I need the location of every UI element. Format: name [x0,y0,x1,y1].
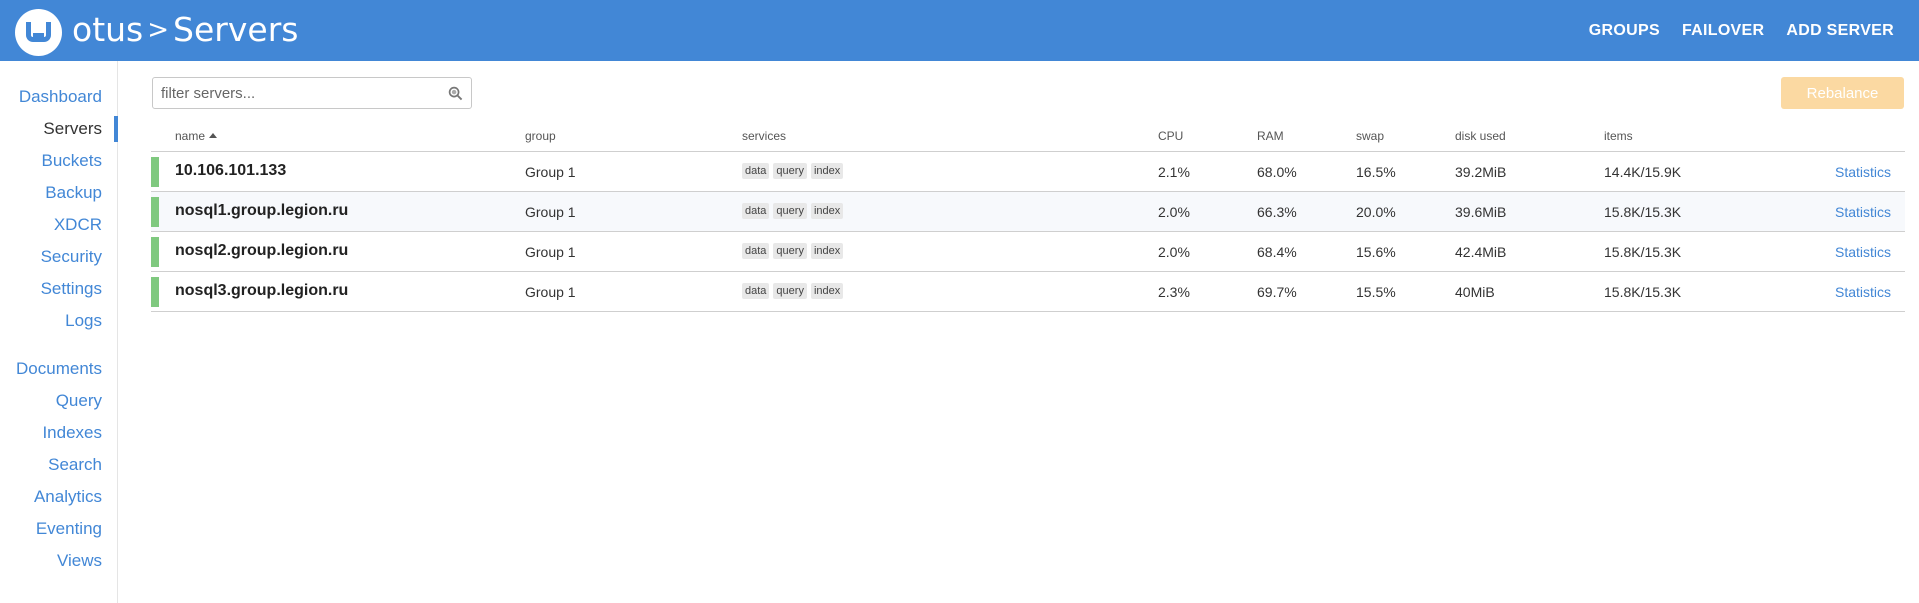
header-group[interactable]: group [525,129,556,143]
sidebar-item-buckets[interactable]: Buckets [0,145,117,177]
top-header: otus > Servers GROUPS FAILOVER ADD SERVER [0,0,1919,61]
couchbase-logo-icon[interactable] [15,9,62,56]
service-badge: data [742,243,770,259]
service-badge: query [773,203,807,219]
sidebar-item-dashboard[interactable]: Dashboard [0,81,117,113]
server-swap: 16.5% [1356,164,1396,180]
sidebar-item-analytics[interactable]: Analytics [0,481,117,513]
header-items[interactable]: items [1604,129,1633,143]
server-disk-used: 39.2MiB [1455,164,1507,180]
service-badge: index [810,203,844,219]
server-swap: 20.0% [1356,204,1396,220]
filter-servers-box [152,77,472,109]
status-indicator [151,197,159,227]
sidebar-item-indexes[interactable]: Indexes [0,417,117,449]
service-badge: data [742,163,770,179]
server-swap: 15.6% [1356,244,1396,260]
server-services: data query index [742,163,844,179]
server-items: 15.8K/15.3K [1604,244,1682,260]
server-group: Group 1 [525,244,576,260]
server-name[interactable]: 10.106.101.133 [175,162,286,180]
statistics-link[interactable]: Statistics [1835,244,1891,260]
failover-link[interactable]: FAILOVER [1682,22,1764,40]
server-cpu: 2.0% [1158,204,1190,220]
table-row[interactable]: nosql2.group.legion.ru Group 1 data quer… [151,232,1905,272]
sidebar-item-eventing[interactable]: Eventing [0,513,117,545]
server-ram: 68.0% [1257,164,1297,180]
groups-link[interactable]: GROUPS [1589,22,1660,40]
sidebar-item-query[interactable]: Query [0,385,117,417]
server-ram: 68.4% [1257,244,1297,260]
statistics-link[interactable]: Statistics [1835,204,1891,220]
server-group: Group 1 [525,284,576,300]
sidebar-item-logs[interactable]: Logs [0,305,117,337]
statistics-link[interactable]: Statistics [1835,284,1891,300]
header-cpu[interactable]: CPU [1158,129,1183,143]
server-cpu: 2.0% [1158,244,1190,260]
sidebar-item-backup[interactable]: Backup [0,177,117,209]
server-group: Group 1 [525,164,576,180]
servers-table: name group services CPU RAM swap disk us… [151,122,1905,312]
server-services: data query index [742,203,844,219]
server-items: 15.8K/15.3K [1604,204,1682,220]
sidebar-item-servers[interactable]: Servers [0,113,118,145]
sidebar-item-security[interactable]: Security [0,241,117,273]
server-disk-used: 39.6MiB [1455,204,1507,220]
server-services: data query index [742,243,844,259]
service-badge: data [742,283,770,299]
server-cpu: 2.1% [1158,164,1190,180]
breadcrumb: otus > Servers [72,10,298,50]
page-title: Servers [173,10,299,49]
statistics-link[interactable]: Statistics [1835,164,1891,180]
service-badge: query [773,243,807,259]
search-icon [448,86,463,101]
server-swap: 15.5% [1356,284,1396,300]
sidebar-item-settings[interactable]: Settings [0,273,117,305]
header-name-label: name [175,129,206,143]
cluster-name[interactable]: otus [72,10,143,49]
server-name[interactable]: nosql2.group.legion.ru [175,242,348,260]
header-services[interactable]: services [742,129,786,143]
table-row[interactable]: 10.106.101.133 Group 1 data query index … [151,152,1905,192]
server-disk-used: 40MiB [1455,284,1495,300]
service-badge: data [742,203,770,219]
add-server-link[interactable]: ADD SERVER [1786,22,1894,40]
table-header: name group services CPU RAM swap disk us… [151,122,1905,152]
sidebar-item-search[interactable]: Search [0,449,117,481]
breadcrumb-separator: > [147,15,170,45]
server-services: data query index [742,283,844,299]
sidebar-nav: Dashboard Servers Buckets Backup XDCR Se… [0,61,118,603]
table-row[interactable]: nosql3.group.legion.ru Group 1 data quer… [151,272,1905,312]
server-cpu: 2.3% [1158,284,1190,300]
table-row[interactable]: nosql1.group.legion.ru Group 1 data quer… [151,192,1905,232]
top-nav: GROUPS FAILOVER ADD SERVER [1589,0,1894,61]
sort-ascending-icon [209,133,218,138]
server-name[interactable]: nosql3.group.legion.ru [175,282,348,300]
service-badge: index [810,163,844,179]
service-badge: index [810,243,844,259]
server-ram: 66.3% [1257,204,1297,220]
status-indicator [151,277,159,307]
server-disk-used: 42.4MiB [1455,244,1507,260]
status-indicator [151,157,159,187]
status-indicator [151,237,159,267]
sidebar-item-xdcr[interactable]: XDCR [0,209,117,241]
server-items: 14.4K/15.9K [1604,164,1682,180]
header-disk-used[interactable]: disk used [1455,129,1506,143]
server-name[interactable]: nosql1.group.legion.ru [175,202,348,220]
service-badge: index [810,283,844,299]
server-items: 15.8K/15.3K [1604,284,1682,300]
service-badge: query [773,283,807,299]
sidebar-item-documents[interactable]: Documents [0,353,117,385]
header-ram[interactable]: RAM [1257,129,1284,143]
filter-servers-input[interactable] [153,78,433,108]
rebalance-button[interactable]: Rebalance [1781,77,1904,109]
server-ram: 69.7% [1257,284,1297,300]
sidebar-item-views[interactable]: Views [0,545,117,577]
header-name[interactable]: name [175,129,218,143]
server-group: Group 1 [525,204,576,220]
header-swap[interactable]: swap [1356,129,1384,143]
service-badge: query [773,163,807,179]
